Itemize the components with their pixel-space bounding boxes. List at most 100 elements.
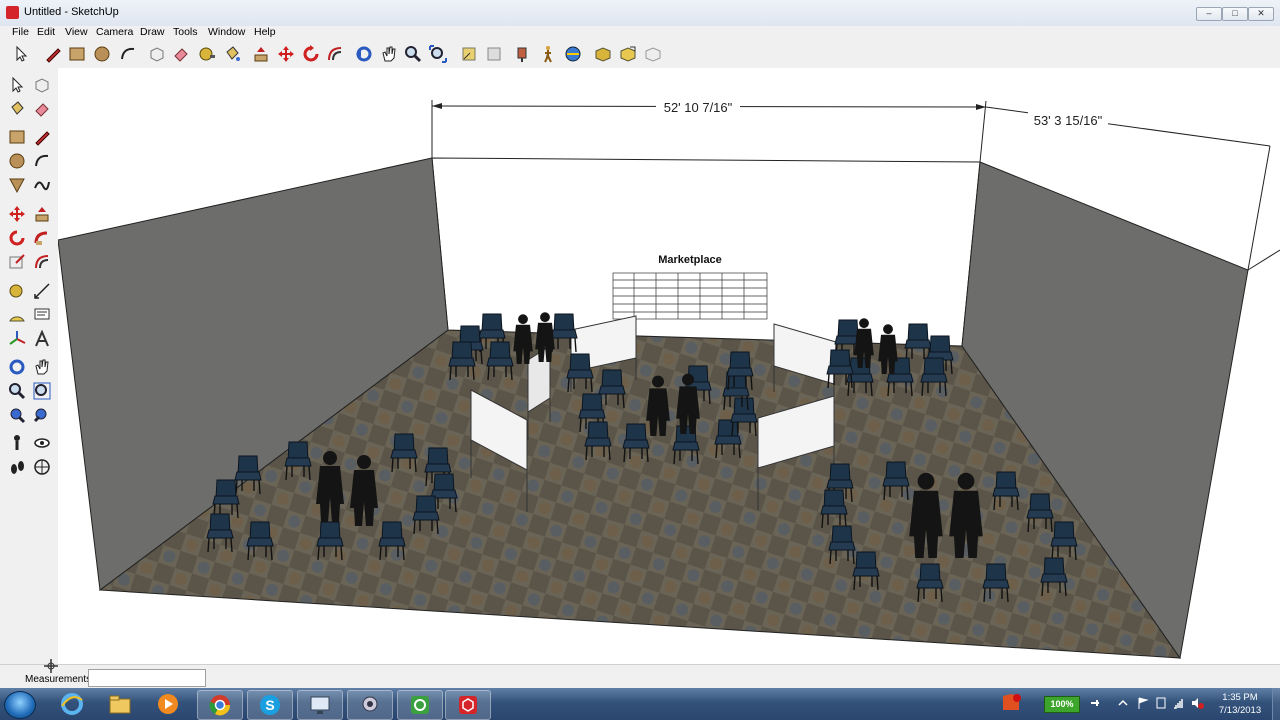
windows-taskbar: S 100% 1:35 PM 7/13/2013	[0, 688, 1280, 720]
menu-tools[interactable]: Tools	[173, 26, 198, 39]
walk-icon[interactable]	[6, 456, 28, 478]
share-model-icon[interactable]	[592, 43, 614, 65]
close-button[interactable]: ✕	[1248, 7, 1274, 21]
follow-me-icon[interactable]	[31, 227, 53, 249]
remote-desktop-icon[interactable]	[297, 690, 343, 720]
3d-text-icon[interactable]	[31, 328, 53, 350]
select-tool-icon[interactable]	[10, 43, 32, 65]
menu-view[interactable]: View	[65, 26, 88, 39]
position-camera-icon[interactable]	[6, 432, 28, 454]
dimension-icon[interactable]	[31, 280, 53, 302]
large-tool-set	[0, 68, 59, 664]
webcam-icon[interactable]	[347, 690, 393, 720]
tape-measure-icon[interactable]	[196, 43, 218, 65]
maximize-button[interactable]: □	[1222, 7, 1248, 21]
sketchup-taskbar-icon[interactable]	[445, 690, 491, 720]
zoom-extents-icon[interactable]	[427, 43, 449, 65]
security-alert-icon[interactable]	[1000, 692, 1022, 714]
width-dimension[interactable]: 52' 10 7/16"	[431, 98, 987, 163]
menu-file[interactable]: File	[12, 26, 29, 39]
paint-bucket-icon[interactable]	[221, 43, 243, 65]
pan-tool-icon[interactable]	[378, 43, 400, 65]
menu-window[interactable]: Window	[208, 26, 245, 39]
axes-icon[interactable]	[6, 328, 28, 350]
paint-bucket-icon[interactable]	[6, 98, 28, 120]
line-icon[interactable]	[31, 126, 53, 148]
share-component-icon[interactable]	[617, 43, 639, 65]
freehand-icon[interactable]	[31, 174, 53, 196]
polygon-icon[interactable]	[6, 174, 28, 196]
previous-view-icon[interactable]	[31, 404, 53, 426]
section-plane-icon[interactable]	[31, 456, 53, 478]
menu-draw[interactable]: Draw	[140, 26, 165, 39]
depth-dimension-label: 53' 3 15/16"	[1034, 113, 1103, 128]
rotate-tool-icon[interactable]	[300, 43, 322, 65]
rectangle-tool-icon[interactable]	[66, 43, 88, 65]
action-center-flag-icon[interactable]	[1136, 696, 1150, 710]
eraser-icon[interactable]	[31, 98, 53, 120]
get-models-icon[interactable]	[562, 43, 584, 65]
orbit-icon[interactable]	[6, 356, 28, 378]
network-icon[interactable]	[1172, 696, 1186, 710]
marketplace-sign: Marketplace	[658, 254, 722, 266]
move-icon[interactable]	[6, 203, 28, 225]
zoom-extents-icon[interactable]	[6, 404, 28, 426]
room-model[interactable]: 52' 10 7/16" 53' 3 15/16" Marketplace	[58, 68, 1280, 664]
menu-bar: File Edit View Camera Draw Tools Window …	[0, 26, 1280, 40]
eraser-tool-icon[interactable]	[170, 43, 192, 65]
offset-icon[interactable]	[31, 251, 53, 273]
zoom-window-icon[interactable]	[31, 380, 53, 402]
next-view-icon[interactable]	[483, 43, 505, 65]
menu-edit[interactable]: Edit	[37, 26, 55, 39]
orbit-tool-icon[interactable]	[353, 43, 375, 65]
menu-camera[interactable]: Camera	[96, 26, 133, 39]
offset-tool-icon[interactable]	[324, 43, 346, 65]
extension-warehouse-icon[interactable]	[642, 43, 664, 65]
minimize-button[interactable]: –	[1196, 7, 1222, 21]
circle-icon[interactable]	[6, 150, 28, 172]
battery-indicator[interactable]: 100%	[1044, 696, 1080, 713]
internet-explorer-icon[interactable]	[50, 690, 94, 718]
file-explorer-icon[interactable]	[98, 690, 142, 718]
arc-icon[interactable]	[31, 150, 53, 172]
sketchup-app-icon	[6, 6, 19, 19]
show-desktop-button[interactable]	[1272, 688, 1280, 720]
move-tool-icon[interactable]	[275, 43, 297, 65]
camtasia-icon[interactable]	[397, 690, 443, 720]
taskbar-clock[interactable]: 1:35 PM 7/13/2013	[1212, 691, 1268, 717]
make-component-icon[interactable]	[146, 43, 168, 65]
position-camera-icon[interactable]	[512, 43, 534, 65]
device-icon[interactable]	[1154, 696, 1168, 710]
menu-help[interactable]: Help	[254, 26, 276, 39]
zoom-icon[interactable]	[6, 380, 28, 402]
scale-icon[interactable]	[6, 251, 28, 273]
media-player-icon[interactable]	[146, 690, 190, 718]
tray-expand-icon[interactable]	[1116, 696, 1130, 710]
clock-date: 7/13/2013	[1218, 705, 1262, 716]
select-icon[interactable]	[6, 74, 28, 96]
volume-muted-icon[interactable]	[1190, 696, 1204, 710]
start-button[interactable]	[4, 691, 36, 719]
arc-tool-icon[interactable]	[117, 43, 139, 65]
crosshair-cursor-icon	[44, 659, 58, 673]
protractor-icon[interactable]	[6, 304, 28, 326]
walk-tool-icon[interactable]	[537, 43, 559, 65]
pencil-tool-icon[interactable]	[42, 43, 64, 65]
circle-tool-icon[interactable]	[91, 43, 113, 65]
rectangle-icon[interactable]	[6, 126, 28, 148]
tape-measure-icon[interactable]	[6, 280, 28, 302]
power-plug-icon[interactable]	[1088, 696, 1102, 710]
chrome-icon[interactable]	[197, 690, 243, 720]
text-icon[interactable]	[31, 304, 53, 326]
measurements-input[interactable]	[88, 669, 206, 687]
look-around-icon[interactable]	[31, 432, 53, 454]
zoom-tool-icon[interactable]	[402, 43, 424, 65]
push-pull-icon[interactable]	[31, 203, 53, 225]
make-component-icon[interactable]	[31, 74, 53, 96]
drawing-viewport[interactable]: 52' 10 7/16" 53' 3 15/16" Marketplace	[58, 68, 1280, 664]
pan-icon[interactable]	[31, 356, 53, 378]
rotate-icon[interactable]	[6, 227, 28, 249]
push-pull-icon[interactable]	[250, 43, 272, 65]
previous-view-icon[interactable]	[458, 43, 480, 65]
skype-icon[interactable]: S	[247, 690, 293, 720]
